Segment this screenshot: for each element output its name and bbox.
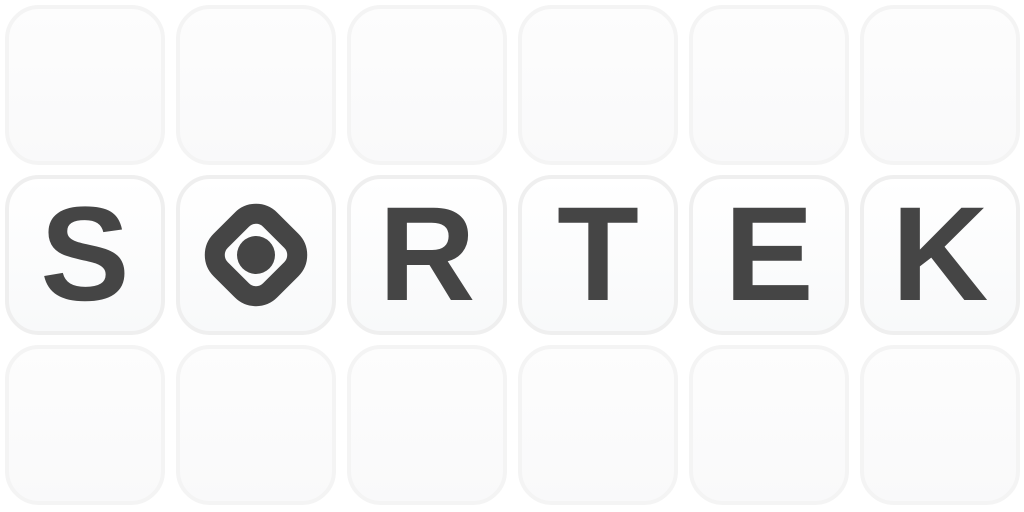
logo-letter: S	[40, 180, 130, 329]
empty-tile	[176, 345, 336, 505]
empty-tile	[518, 5, 678, 165]
logo-tile-letter: S	[5, 175, 165, 335]
empty-tile	[5, 345, 165, 505]
empty-tile	[347, 5, 507, 165]
empty-tile	[689, 5, 849, 165]
logo-letter: E	[724, 180, 814, 329]
empty-tile	[347, 345, 507, 505]
empty-tile	[518, 345, 678, 505]
logo-letter: R	[378, 180, 476, 329]
logo-letter: K	[891, 180, 989, 329]
empty-tile	[176, 5, 336, 165]
logo-tile-o	[176, 175, 336, 335]
logo-tile-letter: R	[347, 175, 507, 335]
empty-tile	[860, 345, 1020, 505]
rounded-diamond-target-icon	[204, 203, 308, 307]
logo-tile-letter: E	[689, 175, 849, 335]
logo-letter: T	[557, 180, 639, 329]
empty-tile	[5, 5, 165, 165]
empty-tile	[689, 345, 849, 505]
empty-tile	[860, 5, 1020, 165]
logo-tile-letter: K	[860, 175, 1020, 335]
logo-tile-letter: T	[518, 175, 678, 335]
